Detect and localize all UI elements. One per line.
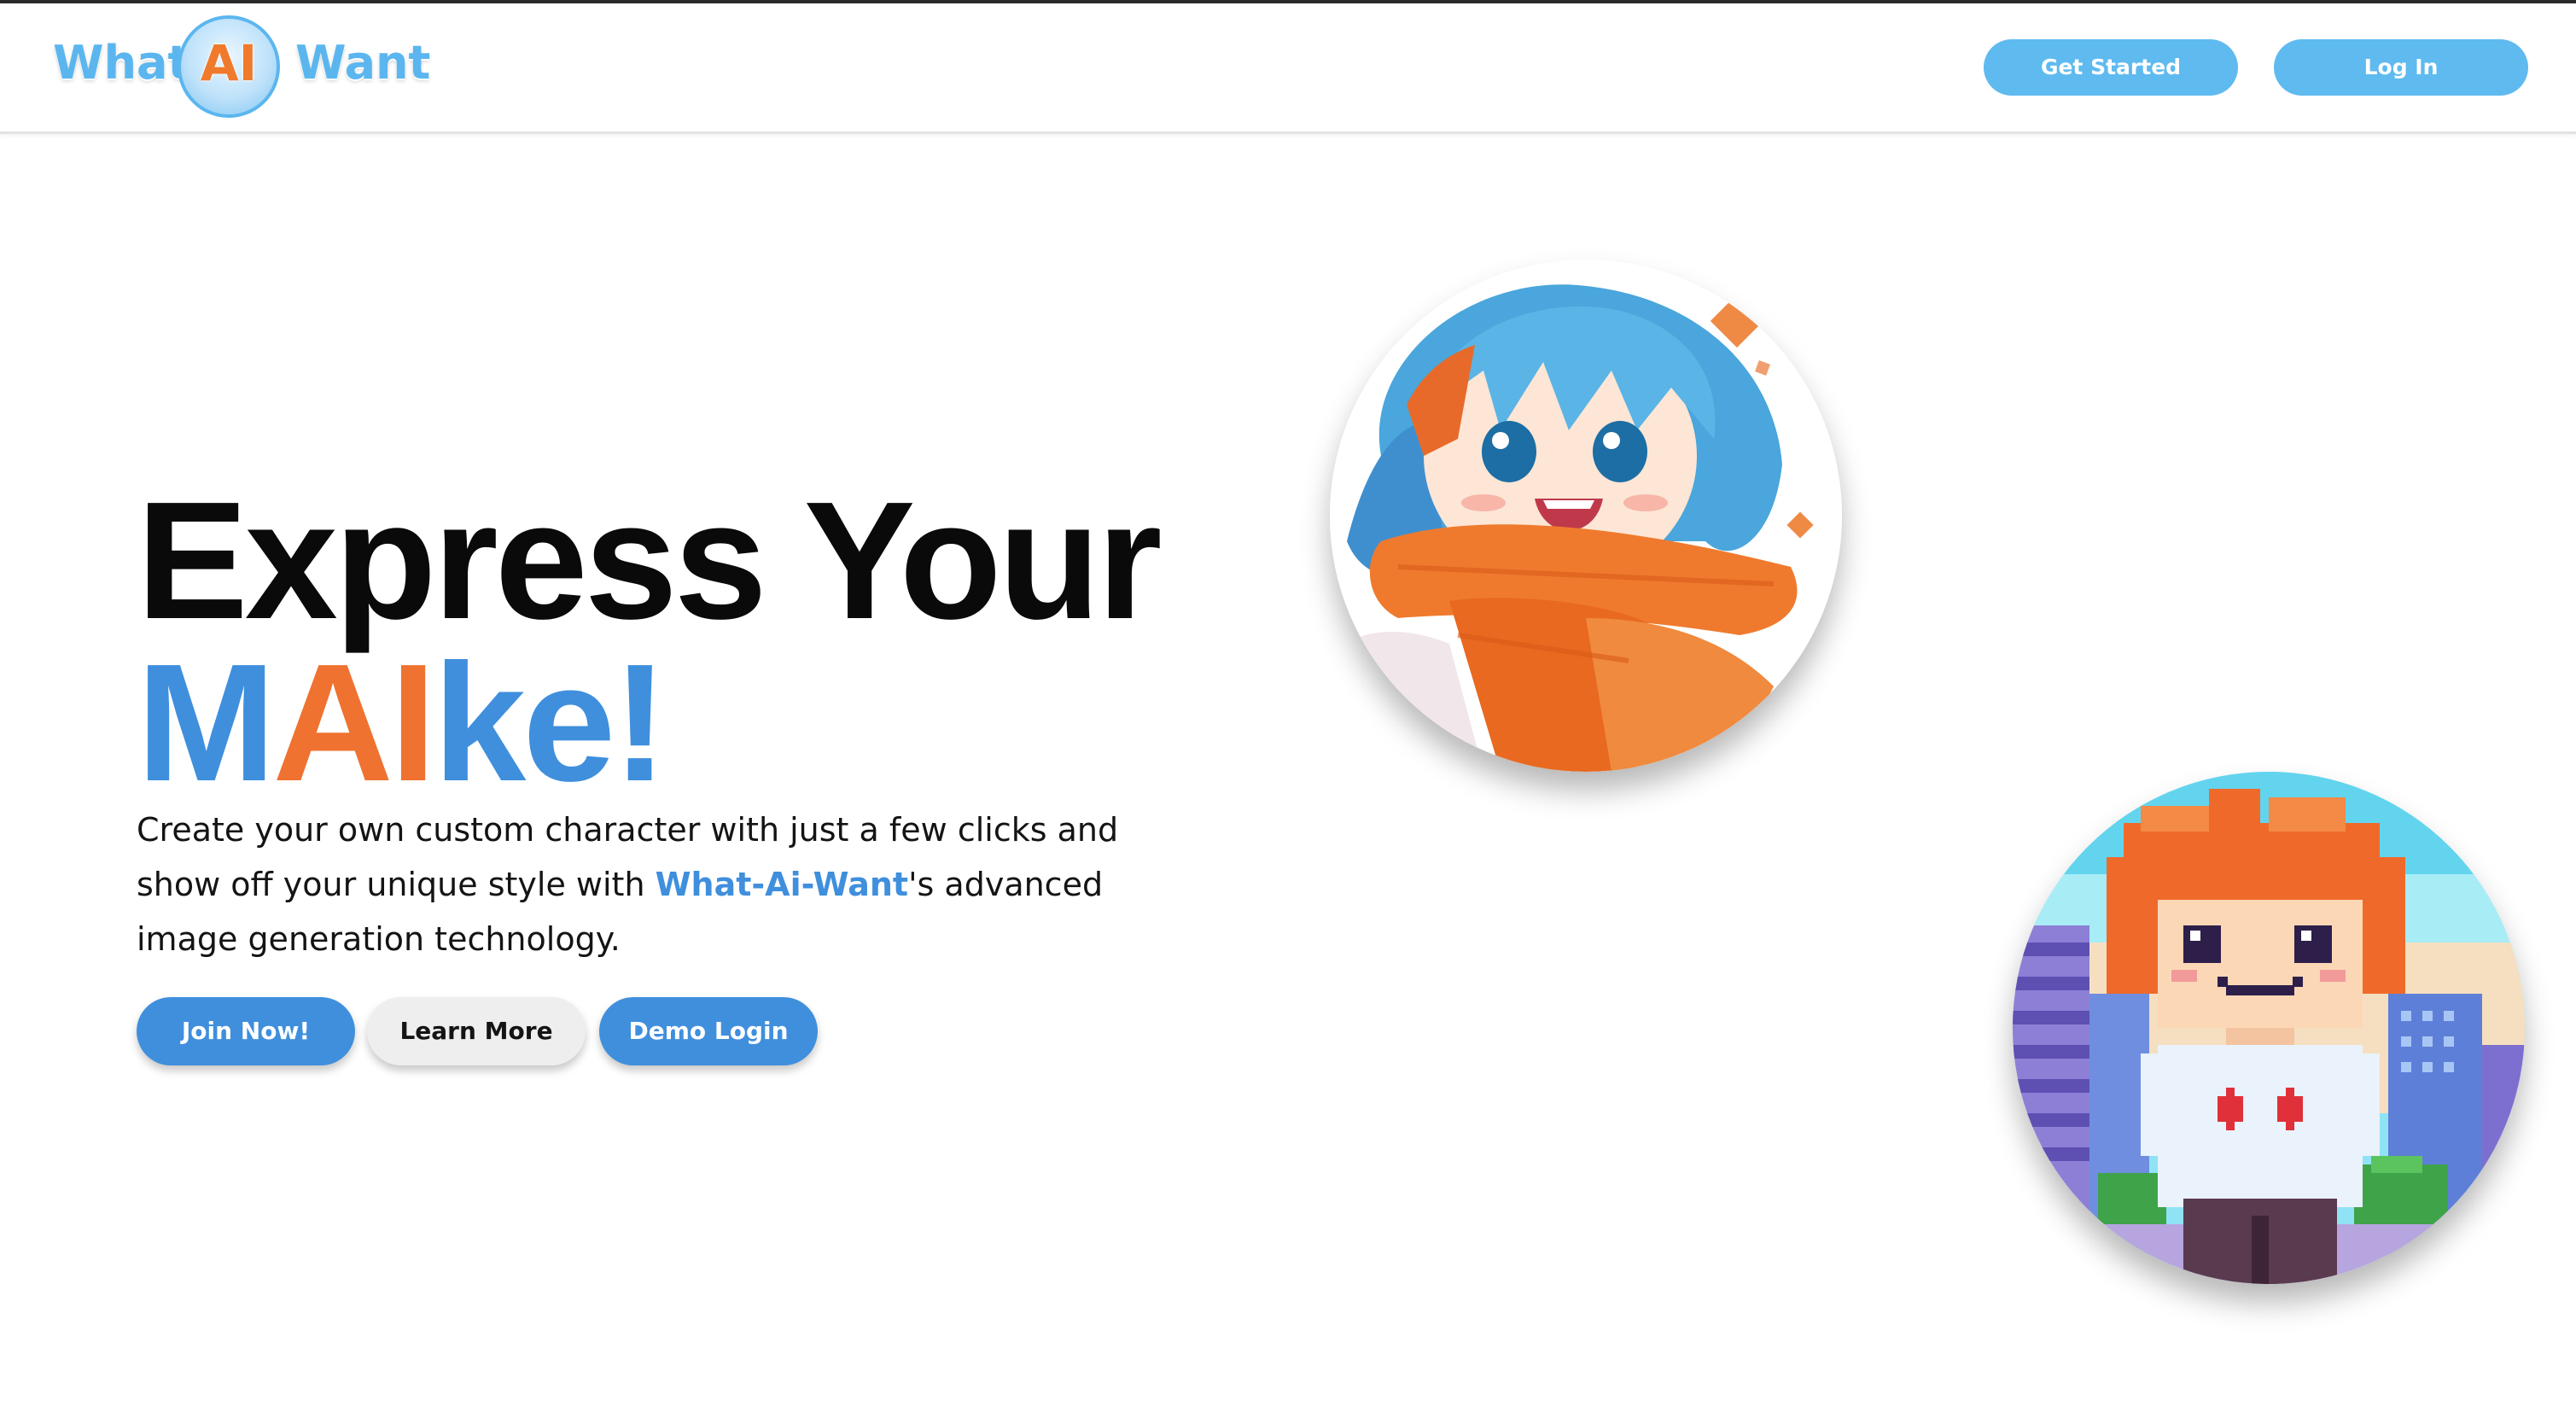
learn-more-button[interactable]: Learn More xyxy=(367,997,586,1065)
logo-badge-text: AI xyxy=(200,34,258,92)
hero-title: Express Your xyxy=(137,467,1163,654)
anime-girl-icon xyxy=(1330,260,1842,772)
logo-word-left: What xyxy=(53,36,190,90)
site-header: What AI Want Get Started Log In xyxy=(0,3,2576,134)
demo-login-button[interactable]: Demo Login xyxy=(599,997,818,1065)
logo-word-right: Want xyxy=(295,36,431,90)
hero-brand-ai: AI xyxy=(272,629,436,816)
hero-brand-m: M xyxy=(137,629,276,816)
hero-brand-title: MAIke! xyxy=(137,639,668,807)
pixel-boy-icon xyxy=(2013,772,2525,1284)
anime-character-image xyxy=(1330,260,1842,772)
pixel-character-image xyxy=(2013,772,2525,1284)
page: What AI Want Get Started Log In Express … xyxy=(0,3,2576,1424)
hero-description-brand: What-Ai-Want xyxy=(655,866,909,903)
logo-badge: AI xyxy=(178,15,280,118)
join-now-button[interactable]: Join Now! xyxy=(137,997,355,1065)
hero-brand-ke: ke! xyxy=(433,629,667,816)
login-button[interactable]: Log In xyxy=(2274,39,2528,96)
hero-description: Create your own custom character with ju… xyxy=(137,802,1195,966)
get-started-button[interactable]: Get Started xyxy=(1984,39,2238,96)
logo[interactable]: What AI Want xyxy=(53,15,430,121)
